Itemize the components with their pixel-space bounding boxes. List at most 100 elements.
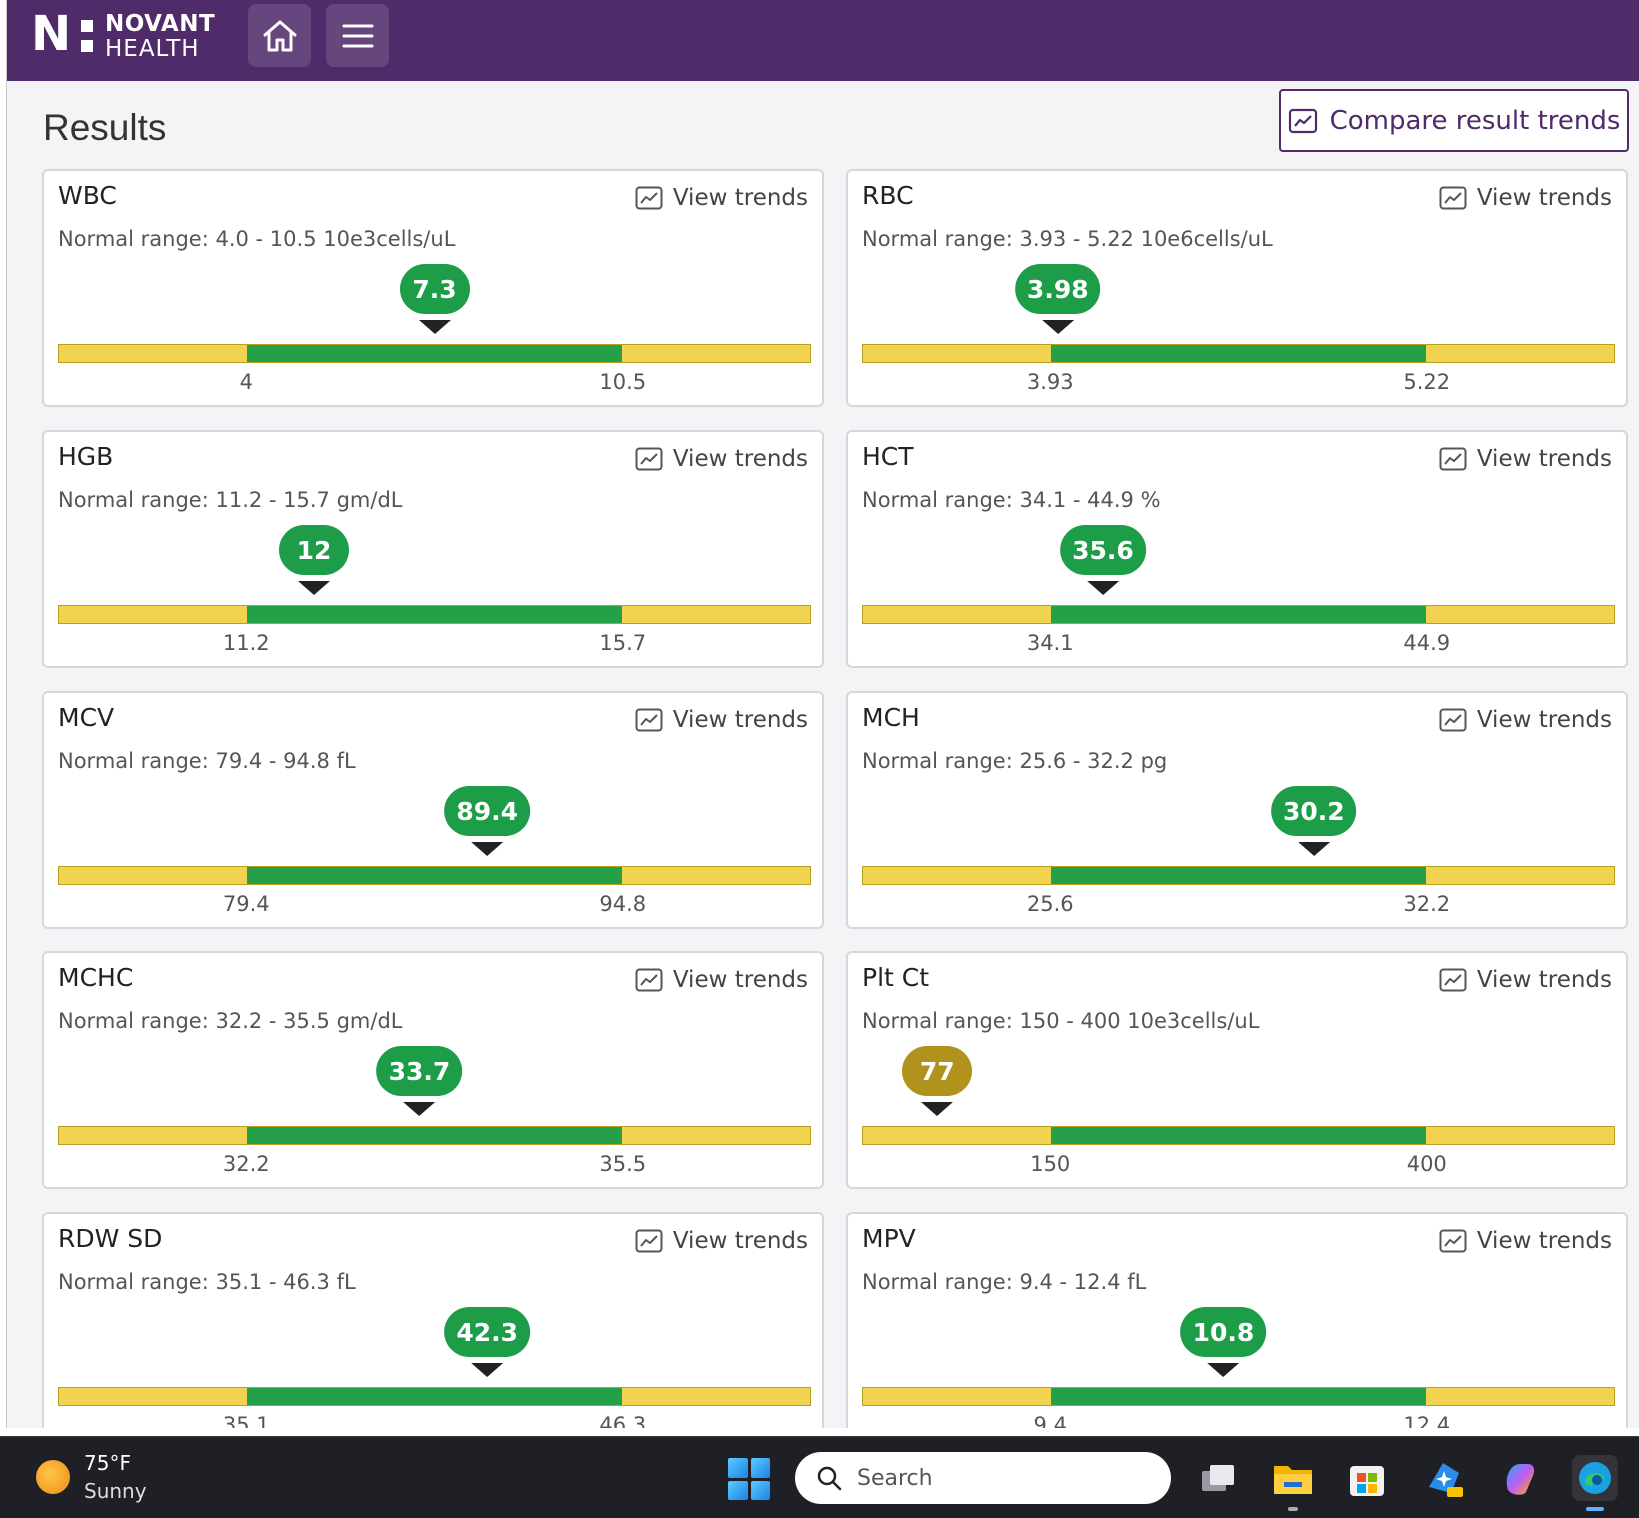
range-high-tick: 5.22 bbox=[1403, 370, 1451, 394]
result-value-marker: 3.98 bbox=[1014, 264, 1101, 334]
result-card: Plt Ct View trends Normal range: 150 - 400… bbox=[846, 951, 1628, 1189]
trend-chart-icon bbox=[1439, 1229, 1467, 1253]
marker-pointer-icon bbox=[471, 1363, 504, 1377]
logo-text-line2: HEALTH bbox=[105, 36, 200, 62]
file-explorer-icon[interactable] bbox=[1270, 1455, 1316, 1511]
search-icon bbox=[817, 1466, 842, 1491]
view-trends-button[interactable]: View trends bbox=[1439, 185, 1612, 211]
range-gauge-bar bbox=[862, 605, 1615, 624]
result-value-badge: 42.3 bbox=[444, 1307, 531, 1357]
weather-widget[interactable]: 75°F Sunny bbox=[36, 1451, 147, 1503]
edge-browser-icon[interactable] bbox=[1572, 1455, 1618, 1511]
range-gauge-bar bbox=[58, 1126, 811, 1145]
result-value-badge: 12 bbox=[279, 525, 350, 575]
novant-health-logo[interactable]: N NOVANT HEALTH bbox=[31, 10, 215, 62]
result-value-badge: 7.3 bbox=[399, 264, 470, 314]
result-card: RBC View trends Normal range: 3.93 - 5.22 … bbox=[846, 169, 1628, 407]
result-value-marker: 30.2 bbox=[1270, 786, 1357, 856]
range-high-tick: 10.5 bbox=[599, 370, 647, 394]
result-value-badge: 10.8 bbox=[1180, 1307, 1267, 1357]
range-low-tick: 3.93 bbox=[1026, 370, 1074, 394]
result-card: MCH View trends Normal range: 25.6 - 32.2 … bbox=[846, 691, 1628, 929]
home-icon bbox=[263, 20, 296, 51]
normal-range-text: Normal range: 9.4 - 12.4 fL bbox=[862, 1270, 1147, 1294]
view-trends-label: View trends bbox=[672, 446, 808, 472]
result-value-marker: 33.7 bbox=[376, 1046, 463, 1116]
copilot-icon[interactable] bbox=[1497, 1455, 1543, 1501]
range-low-tick: 9.4 bbox=[1033, 1413, 1067, 1428]
result-test-code: MCH bbox=[862, 703, 920, 732]
browser-viewport: N NOVANT HEALTH Results Compare result t… bbox=[6, 0, 1639, 1428]
task-view-icon[interactable] bbox=[1195, 1455, 1241, 1501]
normal-range-text: Normal range: 35.1 - 46.3 fL bbox=[58, 1270, 356, 1294]
normal-range-segment bbox=[1050, 606, 1427, 623]
result-value-marker: 10.8 bbox=[1180, 1307, 1267, 1377]
range-high-tick: 46.3 bbox=[599, 1413, 647, 1428]
windows-start-icon[interactable] bbox=[728, 1458, 770, 1500]
normal-range-segment bbox=[1050, 1127, 1427, 1144]
range-high-tick: 94.8 bbox=[599, 892, 647, 916]
result-value-marker: 77 bbox=[902, 1046, 973, 1116]
range-gauge-bar bbox=[862, 1126, 1615, 1145]
taskbar-search-box[interactable]: Search bbox=[795, 1452, 1171, 1504]
copilot-preview-icon[interactable] bbox=[1421, 1455, 1467, 1501]
view-trends-button[interactable]: View trends bbox=[635, 185, 808, 211]
normal-range-text: Normal range: 150 - 400 10e3cells/uL bbox=[862, 1009, 1260, 1033]
view-trends-button[interactable]: View trends bbox=[635, 967, 808, 993]
marker-pointer-icon bbox=[1041, 320, 1074, 334]
trend-chart-icon bbox=[1439, 447, 1467, 471]
result-test-code: WBC bbox=[58, 181, 117, 210]
normal-range-segment bbox=[1050, 1388, 1427, 1405]
marker-pointer-icon bbox=[1207, 1363, 1240, 1377]
normal-range-text: Normal range: 4.0 - 10.5 10e3cells/uL bbox=[58, 227, 456, 251]
trend-chart-icon bbox=[635, 1229, 663, 1253]
marker-pointer-icon bbox=[403, 1102, 436, 1116]
view-trends-label: View trends bbox=[672, 185, 808, 211]
compare-button-label: Compare result trends bbox=[1329, 105, 1621, 136]
trend-chart-icon bbox=[635, 447, 663, 471]
range-high-tick: 12.4 bbox=[1403, 1413, 1451, 1428]
normal-range-text: Normal range: 79.4 - 94.8 fL bbox=[58, 749, 356, 773]
view-trends-button[interactable]: View trends bbox=[1439, 1228, 1612, 1254]
view-trends-button[interactable]: View trends bbox=[1439, 446, 1612, 472]
view-trends-button[interactable]: View trends bbox=[1439, 967, 1612, 993]
trend-chart-icon bbox=[635, 968, 663, 992]
range-low-tick: 32.2 bbox=[222, 1152, 270, 1176]
range-high-tick: 35.5 bbox=[599, 1152, 647, 1176]
result-card: RDW SD View trends Normal range: 35.1 - 46… bbox=[42, 1212, 824, 1428]
view-trends-label: View trends bbox=[1476, 967, 1612, 993]
range-low-tick: 25.6 bbox=[1026, 892, 1074, 916]
home-button[interactable] bbox=[248, 4, 311, 67]
result-test-code: Plt Ct bbox=[862, 963, 930, 992]
result-value-marker: 35.6 bbox=[1060, 525, 1146, 595]
range-gauge-bar bbox=[862, 344, 1615, 363]
normal-range-text: Normal range: 25.6 - 32.2 pg bbox=[862, 749, 1168, 773]
result-test-code: RBC bbox=[862, 181, 914, 210]
normal-range-text: Normal range: 3.93 - 5.22 10e6cells/uL bbox=[862, 227, 1273, 251]
result-value-marker: 7.3 bbox=[399, 264, 470, 334]
compare-result-trends-button[interactable]: Compare result trends bbox=[1279, 89, 1629, 152]
range-high-tick: 44.9 bbox=[1403, 631, 1451, 655]
normal-range-segment bbox=[246, 1388, 623, 1405]
top-navigation-bar: N NOVANT HEALTH bbox=[7, 0, 1639, 81]
weather-description: Sunny bbox=[84, 1479, 147, 1503]
trend-chart-icon bbox=[1439, 708, 1467, 732]
view-trends-label: View trends bbox=[672, 967, 808, 993]
view-trends-button[interactable]: View trends bbox=[635, 1228, 808, 1254]
range-gauge-bar bbox=[58, 605, 811, 624]
result-value-badge: 30.2 bbox=[1270, 786, 1357, 836]
view-trends-button[interactable]: View trends bbox=[635, 707, 808, 733]
range-low-tick: 4 bbox=[239, 370, 253, 394]
range-gauge-bar bbox=[58, 1387, 811, 1406]
view-trends-button[interactable]: View trends bbox=[1439, 707, 1612, 733]
result-value-marker: 12 bbox=[279, 525, 350, 595]
menu-button[interactable] bbox=[326, 4, 389, 67]
range-low-tick: 35.1 bbox=[222, 1413, 270, 1428]
trend-chart-icon bbox=[635, 186, 663, 210]
microsoft-store-icon[interactable] bbox=[1344, 1455, 1390, 1501]
result-value-marker: 89.4 bbox=[444, 786, 531, 856]
result-test-code: HGB bbox=[58, 442, 114, 471]
range-gauge-bar bbox=[862, 866, 1615, 885]
view-trends-button[interactable]: View trends bbox=[635, 446, 808, 472]
trend-chart-icon bbox=[1439, 186, 1467, 210]
